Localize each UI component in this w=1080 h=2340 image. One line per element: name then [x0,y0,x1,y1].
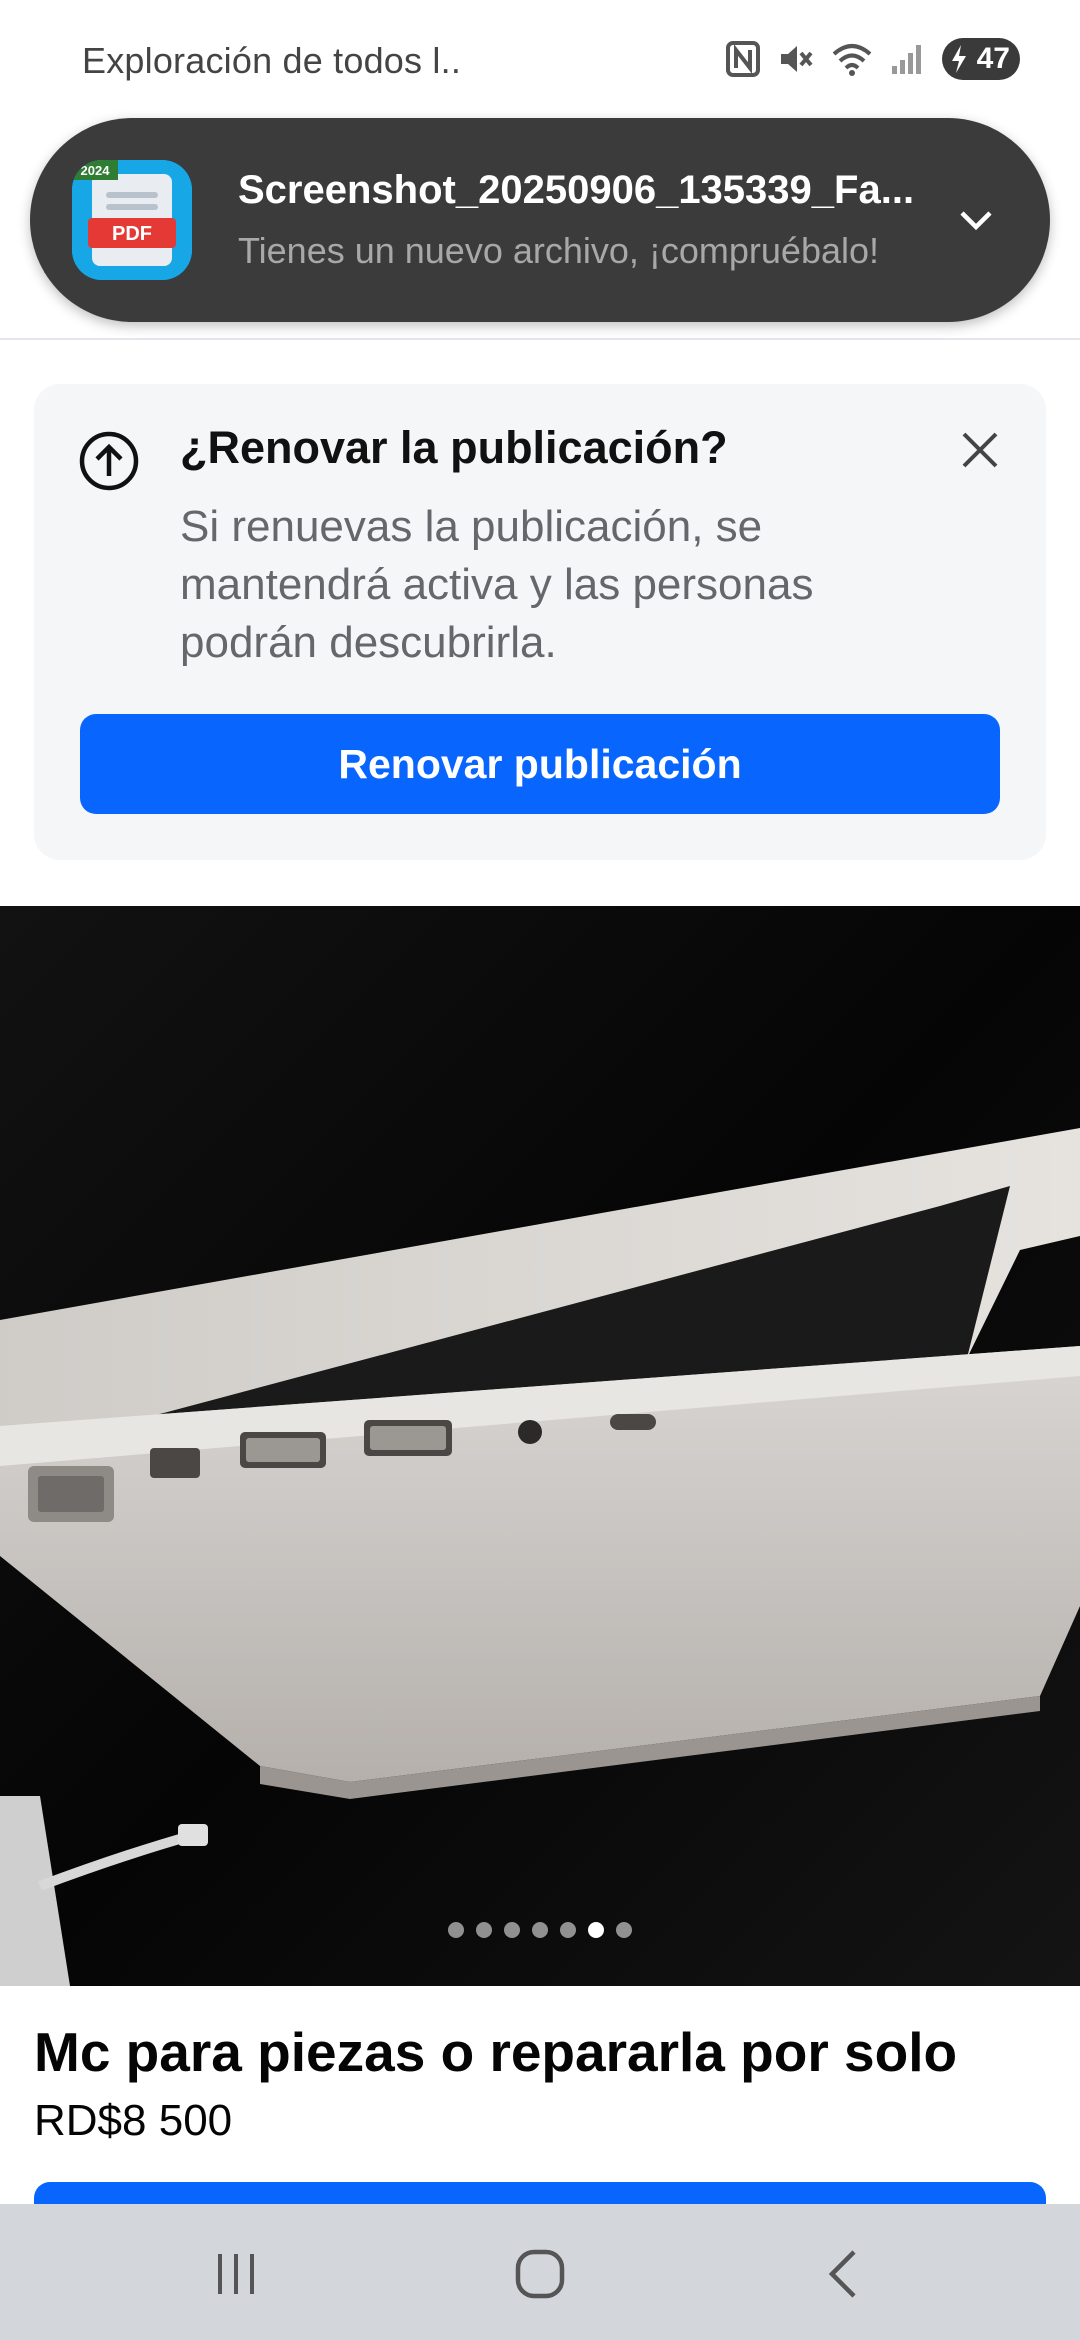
battery-icon: 47 [942,38,1020,80]
photo-dot[interactable] [616,1922,632,1938]
chevron-down-icon[interactable] [956,200,996,245]
file-notification[interactable]: PDF 2024 Screenshot_20250906_135339_Fa..… [30,118,1050,322]
photo-dot[interactable] [476,1922,492,1938]
status-bar: Exploración de todos l.. 47 [0,0,1080,130]
back-icon[interactable] [804,2244,884,2304]
status-icons: 47 [726,38,1020,80]
listing-photo[interactable] [0,906,1080,1986]
renew-listing-card: ¿Renovar la publicación? Si renuevas la … [34,384,1046,860]
photo-pagination[interactable] [0,1922,1080,1938]
photo-dot[interactable] [448,1922,464,1938]
notification-body: Tienes un nuevo archivo, ¡compruébalo! [238,230,880,271]
system-nav-bar [0,2204,1080,2340]
arrow-up-circle-icon [78,430,140,497]
notification-title: Screenshot_20250906_135339_Fa... [238,168,915,212]
renew-card-title: ¿Renovar la publicación? [180,422,728,473]
signal-icon [890,42,924,76]
pdf-icon-label: PDF [112,223,152,245]
wifi-icon [832,42,872,76]
recent-apps-icon[interactable] [196,2244,276,2304]
listing-price: RD$8 500 [34,2096,233,2145]
renew-card-body: Si renuevas la publicación, se mantendrá… [180,502,814,667]
photo-dot[interactable] [532,1922,548,1938]
listing-title: Mc para piezas o repararla por solo [34,2021,958,2083]
status-app-text: Exploración de todos l.. [82,40,462,81]
nfc-icon [726,41,760,77]
photo-dot[interactable] [504,1922,520,1938]
battery-level: 47 [976,42,1010,75]
pdf-app-icon: PDF 2024 [72,160,192,280]
mute-icon [778,42,814,76]
pdf-icon-badge: 2024 [81,163,111,178]
renew-listing-button[interactable]: Renovar publicación [80,714,1000,814]
home-icon[interactable] [500,2244,580,2304]
photo-dot-active[interactable] [588,1922,604,1938]
photo-dot[interactable] [560,1922,576,1938]
close-icon[interactable] [960,430,1000,475]
